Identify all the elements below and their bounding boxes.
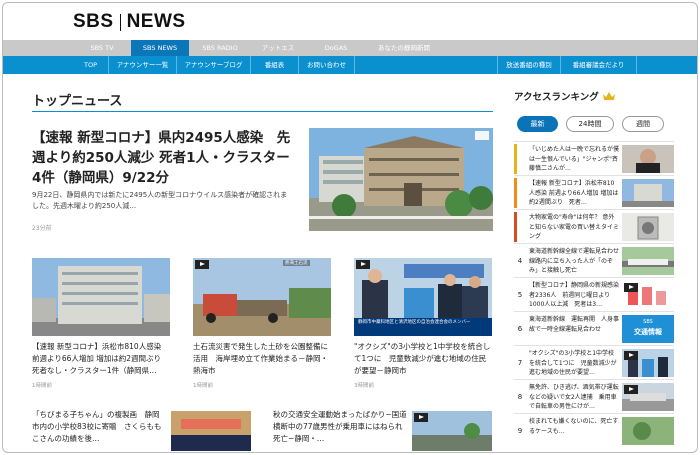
- tab-weekly[interactable]: 週間: [622, 116, 664, 132]
- ranking-item[interactable]: 7 "オクシズ"の3小学校と1中学校を統合して1つに 児童数減少が進む地域の住民…: [514, 345, 674, 379]
- access-ranking-title: アクセスランキング: [514, 89, 615, 103]
- traffic-info-banner: SBS 交通情報: [622, 315, 674, 343]
- nav-sbs-radio[interactable]: SBS RADIO: [189, 40, 251, 56]
- news-list-item[interactable]: 「ちびまる子ちゃん」の複製画 静岡市内の小学校83校に寄贈 さくらももこさんの功…: [32, 409, 252, 452]
- nav-announcer-list[interactable]: アナウンサー一覧: [109, 56, 177, 74]
- nav-dogas[interactable]: DoGAS: [305, 40, 367, 56]
- rank-photo: [622, 281, 674, 309]
- news-list-photo: [412, 411, 492, 451]
- secondary-nav: TOP アナウンサー一覧 アナウンサーブログ 番組表 お問い合わせ 放送番組の種…: [3, 56, 697, 74]
- lead-article-photo[interactable]: [309, 128, 493, 231]
- news-list-title: 「ちびまる子ちゃん」の複製画 静岡市内の小学校83校に寄贈 さくらももこさんの功…: [32, 410, 162, 443]
- news-card-title: "オクシズ"の3小学校と1中学校を統合して1つに 児童数減少が進む地域の住民が要…: [354, 342, 491, 375]
- nav-sbs-news[interactable]: SBS NEWS: [131, 40, 189, 56]
- nav-program-council[interactable]: 番組審議会だより: [561, 56, 637, 74]
- rank-number: 1: [517, 155, 523, 163]
- news-list-item[interactable]: 秋の交通安全運動始まったばかり−国道横断中の77歳男性が乗用車にはねられ死亡−静…: [273, 409, 493, 452]
- news-card-time: 3時間前: [354, 383, 374, 389]
- rank-title: 東海道新幹線 運転再開 人身事故で一時全線運転見合わせ: [529, 316, 619, 333]
- rank-photo: [622, 383, 674, 411]
- rank-title: 「いじめた人は一晩で忘れるが僕は一生恨んでいる」"ジャンポ"斉藤慎二さんが…: [529, 146, 619, 172]
- tab-24h[interactable]: 24時間: [566, 116, 614, 132]
- rank-photo: [622, 145, 674, 173]
- rank-photo: [622, 247, 674, 275]
- rank-number: 5: [517, 291, 523, 299]
- news-card-time: 1時間前: [32, 383, 52, 389]
- logo-news: NEWS: [126, 11, 186, 32]
- rank-number: 4: [517, 257, 523, 265]
- rank-title: 【新型コロナ】静岡県の新規感染者2336人 前週同じ曜日より1000人以上減 死…: [529, 282, 619, 308]
- logo-separator: [119, 13, 121, 31]
- nav-contact[interactable]: お問い合わせ: [299, 56, 355, 74]
- rank-title: 校まれても嫌くないのに、死亡するケースも…: [529, 418, 619, 435]
- logo-sbs: SBS: [73, 11, 114, 32]
- nav-shizuoka-shimbun[interactable]: あなたの静岡新聞: [367, 40, 441, 56]
- video-icon: [195, 260, 209, 269]
- ranking-item[interactable]: 2 【速報 新型コロナ】浜松市810人感染 前週より66人増加 増加は約2週間ぶ…: [514, 175, 674, 209]
- photo-caption: 熱海土石流: [283, 260, 310, 266]
- nav-sbs-tv[interactable]: SBS TV: [73, 40, 131, 56]
- nav-announcer-blog[interactable]: アナウンサーブログ: [177, 56, 251, 74]
- sbs-news-logo[interactable]: SBS NEWS: [73, 11, 186, 33]
- news-card-title: 【速報 新型コロナ】浜松市810人感染 前週より66人増加 増加は約2週間ぶり …: [32, 342, 162, 375]
- news-card-time: 1時間前: [193, 383, 213, 389]
- rank-photo: [622, 417, 674, 445]
- tab-latest[interactable]: 最新: [517, 116, 558, 132]
- ranking-item[interactable]: 4 東海道新幹線全線で運転見合わせ 線路内に立ち入った人が「のぞみ」と接触し死亡: [514, 243, 674, 277]
- rank-title: "オクシズ"の3小学校と1中学校を統合して1つに 児童数減少が進む地域の住民が要…: [529, 350, 617, 376]
- ranking-item[interactable]: 5 【新型コロナ】静岡県の新規感染者2336人 前週同じ曜日より1000人以上減…: [514, 277, 674, 311]
- news-list-photo: [171, 411, 251, 451]
- browser-frame: SBS NEWS SBS TV SBS NEWS SBS RADIO アットエス…: [2, 2, 698, 453]
- rank-number: 7: [517, 359, 523, 367]
- news-card-photo: 静岡市中藁科地区と清沢地区の自治会連合会のメンバー: [354, 258, 492, 336]
- video-icon: [624, 351, 638, 360]
- lead-article-title[interactable]: 【速報 新型コロナ】県内2495人感染 先週より約250人減少 死者1人・クラス…: [32, 128, 294, 188]
- access-ranking-label: アクセスランキング: [514, 92, 599, 103]
- rank-number: 9: [517, 427, 523, 435]
- video-icon: [414, 413, 428, 422]
- nav-program-types[interactable]: 放送番組の種別: [497, 56, 561, 74]
- rank-photo: [622, 349, 674, 377]
- rank-title: 大物家電の"寿命"は何年？ 意外と知らない家電の買い替えタイミング: [529, 214, 619, 240]
- news-card-title: 土石流災害で発生した土砂を公園整備に活用 海岸埋め立て作業始まる－静岡・熱海市: [193, 342, 328, 375]
- news-card[interactable]: 【速報 新型コロナ】浜松市810人感染 前週より66人増加 増加は約2週間ぶり …: [32, 258, 170, 389]
- banner-traffic: 交通情報: [634, 328, 662, 336]
- rank-number: 8: [517, 393, 523, 401]
- news-card-photo: [32, 258, 170, 336]
- lead-article-time: 23分前: [32, 225, 52, 232]
- banner-sbs: SBS: [643, 319, 653, 325]
- photo-caption: 静岡市中藁科地区と清沢地区の自治会連合会のメンバー: [358, 320, 471, 325]
- nav-atto-s[interactable]: アットエス: [251, 40, 305, 56]
- video-icon: [624, 283, 638, 292]
- video-icon: [624, 385, 638, 394]
- video-icon: [475, 131, 489, 140]
- rank-number: 2: [517, 189, 523, 197]
- ranking-item[interactable]: 8 無免許、ひき逃げ、酒気帯び運転などの疑いで女2人逮捕 乗用車で自転車の男性に…: [514, 379, 674, 413]
- nav-program-guide[interactable]: 番組表: [251, 56, 299, 74]
- rank-title: 【速報 新型コロナ】浜松市810人感染 前週より66人増加 増加は約2週間ぶり …: [529, 180, 619, 206]
- primary-nav: SBS TV SBS NEWS SBS RADIO アットエス DoGAS あな…: [3, 40, 697, 56]
- rank-number: 3: [517, 223, 523, 231]
- rank-photo: [622, 179, 674, 207]
- nav-top[interactable]: TOP: [73, 56, 109, 74]
- section-title: トップニュース: [32, 94, 123, 109]
- crown-icon: [602, 92, 615, 100]
- news-card[interactable]: 静岡市中藁科地区と清沢地区の自治会連合会のメンバー "オクシズ"の3小学校と1中…: [354, 258, 492, 389]
- ranking-item[interactable]: 1 「いじめた人は一晩で忘れるが僕は一生恨んでいる」"ジャンポ"斉藤慎二さんが…: [514, 141, 674, 175]
- rank-title: 無免許、ひき逃げ、酒気帯び運転などの疑いで女2人逮捕 乗用車で自転車の男性にけが…: [529, 384, 619, 410]
- rank-title: 東海道新幹線全線で運転見合わせ 線路内に立ち入った人が「のぞみ」と接触し死亡: [529, 248, 619, 274]
- ranking-item[interactable]: 9 校まれても嫌くないのに、死亡するケースも…: [514, 413, 674, 447]
- ranking-item[interactable]: 6 東海道新幹線 運転再開 人身事故で一時全線運転見合わせ SBS 交通情報: [514, 311, 674, 345]
- news-list-title: 秋の交通安全運動始まったばかり−国道横断中の77歳男性が乗用車にはねられ死亡−静…: [273, 410, 407, 443]
- section-divider: [32, 111, 493, 112]
- news-card[interactable]: 熱海土石流 土石流災害で発生した土砂を公園整備に活用 海岸埋め立て作業始まる－静…: [193, 258, 331, 389]
- ranking-tabs: 最新 24時間 週間: [517, 116, 664, 132]
- lead-article-summary: 9月22日、静岡県内では新たに2495人の新型コロナウイルス感染者が確認されまし…: [32, 191, 288, 210]
- news-card-photo: 熱海土石流: [193, 258, 331, 336]
- rank-photo: [622, 213, 674, 241]
- video-icon: [356, 260, 370, 269]
- ranking-item[interactable]: 3 大物家電の"寿命"は何年？ 意外と知らない家電の買い替えタイミング: [514, 209, 674, 243]
- rank-number: 6: [517, 325, 523, 333]
